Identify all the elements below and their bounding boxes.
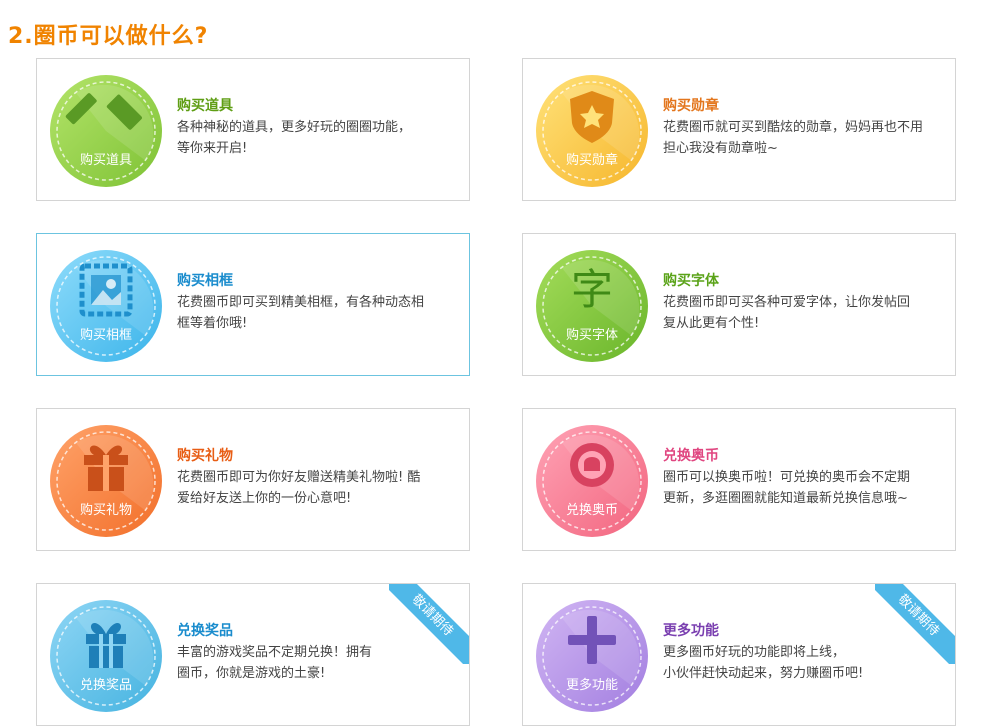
feature-coin[interactable]: 字 购买字体 [532,246,652,366]
coin-label: 购买礼物 [80,502,132,518]
coming-soon-ribbon: 敬请期待 [389,584,469,664]
feature-coin[interactable]: 购买道具 [46,71,166,191]
desc-line: 担心我没有勋章啦~ [663,141,778,156]
card-description: 花费圈币即可买各种可爱字体，让你发帖回 复从此更有个性! [663,292,945,334]
card-title[interactable]: 购买道具 [177,97,459,115]
desc-line: 圈币可以换奥币啦！可兑换的奥币会不定期 [663,470,911,485]
desc-line: 花费圈币即可买到精美相框，有各种动态相 [177,295,425,310]
feature-card[interactable]: 购买道具 购买道具 各种神秘的道具，更多好玩的圈圈功能， 等你来开启! [36,58,470,201]
desc-line: 等你来开启! [177,141,248,156]
feature-coin[interactable]: 兑换奖品 [46,596,166,716]
coin-label: 兑换奖品 [80,678,132,693]
desc-line: 爱给好友送上你的一份心意吧! [177,491,352,506]
desc-line: 框等着你哦! [177,316,248,331]
feature-coin[interactable]: 更多功能 [532,596,652,716]
coin-label: 购买字体 [566,327,618,343]
svg-text:字: 字 [571,265,613,314]
feature-card[interactable]: 字 购买字体 购买字体 花费圈币即可买各种可爱字体，让你发帖回 复从此更有个性! [522,233,956,376]
feature-card[interactable]: 购买勋章 购买勋章 花费圈币就可买到酷炫的勋章，妈妈再也不用 担心我没有勋章啦~ [522,58,956,201]
card-title[interactable]: 购买字体 [663,272,945,290]
card-title[interactable]: 购买勋章 [663,97,945,115]
coin-icon [570,443,614,487]
feature-coin[interactable]: 购买勋章 [532,71,652,191]
card-description: 花费圈币就可买到酷炫的勋章，妈妈再也不用 担心我没有勋章啦~ [663,117,945,159]
coming-soon-ribbon: 敬请期待 [875,584,955,664]
desc-line: 花费圈币即可买各种可爱字体，让你发帖回 [663,295,911,310]
desc-line: 更新，多逛圈圈就能知道最新兑换信息哦~ [663,491,908,506]
font-icon: 字 [571,265,613,314]
desc-line: 花费圈币即可为你好友赠送精美礼物啦! 酷 [177,470,421,485]
desc-line: 圈币，你就是游戏的土豪! [177,666,326,681]
card-title[interactable]: 购买相框 [177,272,459,290]
desc-line: 小伙伴赶快动起来，努力赚圈币吧! [663,666,864,681]
card-title[interactable]: 兑换奥币 [663,447,945,465]
desc-line: 复从此更有个性! [663,316,760,331]
desc-line: 花费圈币就可买到酷炫的勋章，妈妈再也不用 [663,120,924,135]
feature-coin[interactable]: 购买相框 [46,246,166,366]
card-description: 圈币可以换奥币啦！可兑换的奥币会不定期 更新，多逛圈圈就能知道最新兑换信息哦~ [663,467,945,509]
desc-line: 各种神秘的道具，更多好玩的圈圈功能， [177,120,412,135]
coin-label: 购买道具 [80,152,132,168]
coin-label: 购买勋章 [566,152,618,168]
card-description: 花费圈币即可买到精美相框，有各种动态相 框等着你哦! [177,292,459,334]
feature-card[interactable]: 兑换奖品 兑换奖品 丰富的游戏奖品不定期兑换！拥有 圈币，你就是游戏的土豪! 敬… [36,583,470,726]
feature-card[interactable]: 购买相框 购买相框 花费圈币即可买到精美相框，有各种动态相 框等着你哦! [36,233,470,376]
feature-coin[interactable]: 购买礼物 [46,421,166,541]
card-title[interactable]: 购买礼物 [177,447,459,465]
card-description: 花费圈币即可为你好友赠送精美礼物啦! 酷 爱给好友送上你的一份心意吧! [177,467,459,509]
coin-label: 兑换奥币 [566,503,618,518]
ribbon-label: 敬请期待 [389,584,469,664]
card-description: 各种神秘的道具，更多好玩的圈圈功能， 等你来开启! [177,117,459,159]
coin-label: 购买相框 [80,327,132,343]
feature-card[interactable]: 更多功能 更多功能 更多圈币好玩的功能即将上线， 小伙伴赶快动起来，努力赚圈币吧… [522,583,956,726]
feature-card[interactable]: 购买礼物 购买礼物 花费圈币即可为你好友赠送精美礼物啦! 酷 爱给好友送上你的一… [36,408,470,551]
ribbon-label: 敬请期待 [875,584,955,664]
section-heading: 2.圈币可以做什么? [8,24,209,49]
feature-card[interactable]: 兑换奥币 兑换奥币 圈币可以换奥币啦！可兑换的奥币会不定期 更新，多逛圈圈就能知… [522,408,956,551]
feature-coin[interactable]: 兑换奥币 [532,421,652,541]
coin-label: 更多功能 [566,677,618,693]
